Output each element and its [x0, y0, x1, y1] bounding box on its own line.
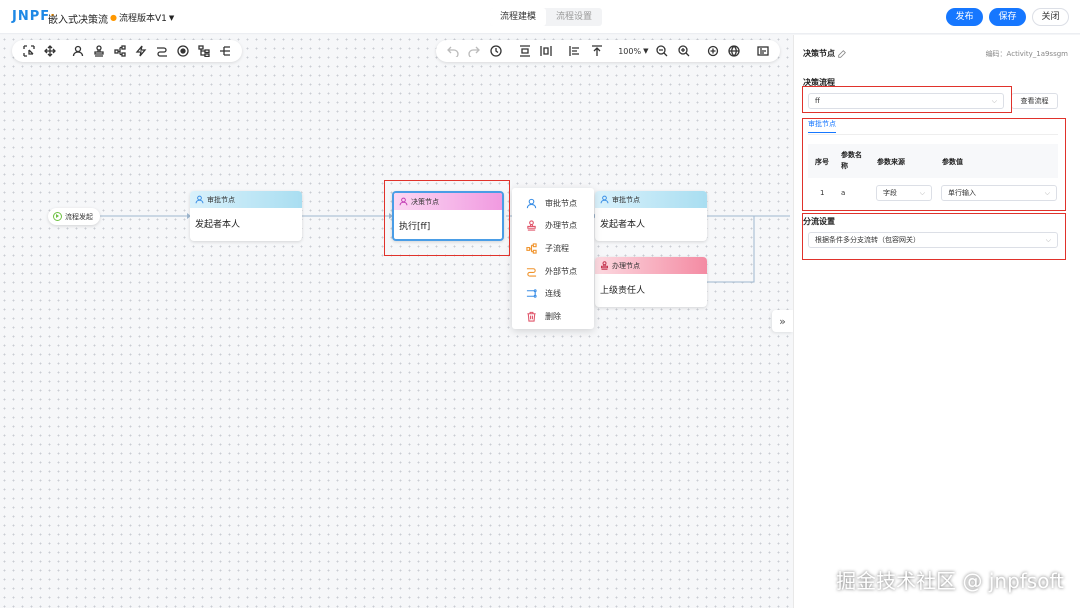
decision-flow-value: ff	[815, 97, 820, 105]
menu-item-label: 连线	[545, 289, 561, 299]
version-label: 流程版本V1	[118, 14, 167, 24]
param-source-select[interactable]: 字段 ⌵	[876, 185, 932, 201]
node-content: 发起者本人	[195, 220, 241, 230]
edit-icon[interactable]	[838, 49, 846, 58]
chevron-down-icon: ⌵	[991, 97, 997, 105]
subflow-icon	[526, 243, 537, 254]
branch-mode-select[interactable]: 根据条件多分支流转（包容网关） ⌵	[808, 232, 1058, 248]
menu-item-subflow[interactable]: 子流程	[512, 237, 594, 260]
user-icon	[195, 195, 204, 204]
node-content: 执行[ff]	[399, 222, 431, 232]
branch-mode-value: 根据条件多分支流转（包容网关）	[815, 236, 920, 244]
param-source-value: 字段	[883, 189, 897, 197]
menu-item-label: 外部节点	[545, 266, 577, 276]
save-button[interactable]: 保存	[989, 8, 1026, 26]
tab-process-modeling[interactable]: 流程建模	[490, 8, 547, 26]
menu-item-connector[interactable]: 连线	[512, 282, 594, 305]
column-header-source: 参数来源	[877, 158, 905, 166]
chevron-down-icon: ⌵	[1044, 189, 1050, 197]
top-bar: JNPF· 嵌入式决策流 ● 流程版本V1 ▼ 流程建模 流程设置 发布 保存 …	[0, 0, 1080, 34]
menu-item-label: 办理节点	[545, 221, 577, 231]
menu-item-handle[interactable]: 办理节点	[512, 215, 594, 238]
node-content: 发起者本人	[600, 220, 646, 230]
tab-divider	[808, 134, 1058, 135]
decision-node[interactable]: 决策节点 执行[ff]	[392, 191, 504, 241]
version-dropdown[interactable]: ● 流程版本V1 ▼	[110, 11, 174, 24]
column-header-name: 参数名称	[841, 151, 862, 170]
node-title: 决策节点	[411, 197, 439, 206]
trash-icon	[527, 311, 536, 322]
node-title: 审批节点	[612, 195, 640, 204]
close-button[interactable]: 关闭	[1032, 8, 1069, 26]
mode-tabs: 流程建模 流程设置	[490, 8, 603, 26]
params-table-header: 序号 参数名称 参数来源 参数值	[808, 144, 1058, 178]
node-code: 编码：Activity_1a9ssgm	[985, 50, 1068, 58]
user-icon	[526, 198, 537, 208]
approval-node-2[interactable]: 审批节点 发起者本人	[595, 191, 707, 241]
column-header-value: 参数值	[942, 158, 963, 166]
play-icon	[53, 212, 62, 221]
node-title: 办理节点	[612, 261, 640, 270]
menu-item-label: 审批节点	[545, 198, 577, 208]
branch-settings-label: 分流设置	[803, 217, 835, 226]
version-dot-icon: ●	[110, 13, 117, 22]
decision-flow-select[interactable]: ff ⌵	[808, 93, 1004, 109]
app-title: 嵌入式决策流	[48, 15, 108, 26]
menu-item-approval[interactable]: 审批节点	[512, 192, 594, 215]
node-header: 办理节点	[595, 257, 707, 274]
tab-process-settings[interactable]: 流程设置	[546, 8, 602, 26]
table-row: 1 a 字段 ⌵ 单行输入 ⌵	[808, 181, 1058, 207]
stamp-icon	[527, 220, 536, 232]
tab-approval-node[interactable]: 审批节点	[808, 119, 836, 133]
node-content: 上级责任人	[600, 286, 646, 296]
param-value-value: 单行输入	[948, 189, 976, 197]
node-title: 审批节点	[207, 195, 235, 204]
node-header: 审批节点	[595, 191, 707, 208]
menu-item-delete[interactable]: 删除	[512, 305, 594, 328]
handle-node[interactable]: 办理节点 上级责任人	[595, 257, 707, 307]
add-node-menu: 审批节点 办理节点 子流程 外部节点 连线 删除	[512, 188, 594, 329]
column-header-index: 序号	[815, 158, 829, 166]
view-flow-button[interactable]: 查看流程	[1011, 93, 1058, 109]
user-icon	[600, 195, 609, 204]
publish-button[interactable]: 发布	[946, 8, 983, 26]
node-header: 审批节点	[190, 191, 302, 208]
caret-down-icon: ▼	[168, 13, 175, 22]
decision-flow-label: 决策流程	[803, 78, 835, 87]
menu-item-external[interactable]: 外部节点	[512, 260, 594, 283]
menu-item-label: 子流程	[545, 243, 569, 253]
connector-icon	[526, 289, 537, 298]
start-event[interactable]: 流程发起	[48, 208, 100, 225]
collapse-panel-icon[interactable]: »	[772, 310, 793, 332]
chevron-down-icon: ⌵	[1045, 236, 1051, 244]
stamp-icon	[601, 261, 608, 270]
cell-index: 1	[820, 189, 825, 197]
chevron-down-icon: ⌵	[919, 189, 925, 197]
cell-name: a	[841, 189, 846, 197]
panel-title-text: 决策节点	[803, 49, 835, 58]
start-label: 流程发起	[65, 212, 93, 221]
param-value-select[interactable]: 单行输入 ⌵	[941, 185, 1057, 201]
watermark: 掘金技术社区 @ jnpfsoft	[836, 569, 1064, 593]
user-icon	[399, 197, 408, 206]
approval-node-1[interactable]: 审批节点 发起者本人	[190, 191, 302, 241]
menu-item-label: 删除	[545, 311, 561, 321]
flow-connectors	[100, 213, 790, 283]
external-icon	[526, 267, 537, 277]
node-header: 决策节点	[394, 193, 502, 210]
properties-panel: 决策节点 编码：Activity_1a9ssgm 决策流程 ff ⌵ 查看流程 …	[793, 35, 1080, 608]
flow-canvas[interactable]: 100% ▼ 流程发起 审批节点 发起者本人 决策节点 执行[ff] 审批节点 …	[0, 35, 793, 608]
panel-title: 决策节点	[803, 48, 846, 59]
